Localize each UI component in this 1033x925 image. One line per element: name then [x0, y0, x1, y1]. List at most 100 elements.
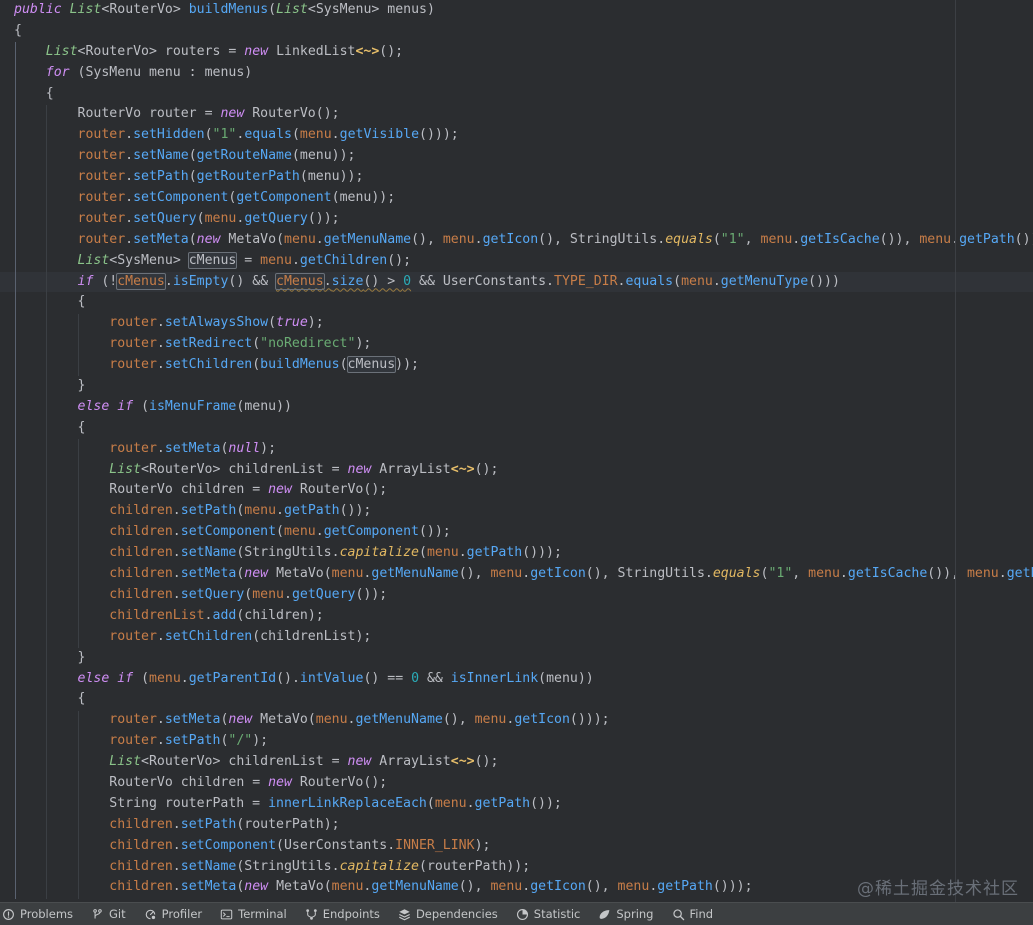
code-token: getPath	[474, 795, 531, 811]
code-line[interactable]: {	[0, 84, 1033, 105]
code-line[interactable]: if (!cMenus.isEmpty() && cMenus.size() >…	[0, 271, 1033, 293]
code-line[interactable]: router.setRedirect("noRedirect");	[0, 334, 1033, 355]
code-token: );	[252, 733, 269, 749]
code-line[interactable]: else if (isMenuFrame(menu))	[0, 397, 1033, 418]
code-token: INNER_LINK	[395, 837, 475, 853]
code-token: equals	[625, 273, 674, 289]
tool-window-button-spring[interactable]: Spring	[589, 903, 662, 925]
code-token: .	[387, 837, 396, 853]
code-token: else	[77, 398, 110, 414]
code-editor[interactable]: public List<RouterVo> buildMenus(List<Sy…	[0, 0, 1033, 903]
tool-window-button-find[interactable]: Find	[663, 903, 723, 925]
code-token: SysMenu	[315, 2, 372, 17]
code-token: LinkedList	[276, 43, 356, 59]
code-line[interactable]: router.setName(getRouteName(menu));	[0, 146, 1033, 167]
code-line[interactable]: {	[0, 689, 1033, 710]
code-line[interactable]: List<RouterVo> childrenList = new ArrayL…	[0, 752, 1033, 773]
code-content[interactable]: public List<RouterVo> buildMenus(List<Sy…	[0, 0, 1033, 898]
tool-window-button-problems[interactable]: Problems	[0, 903, 82, 925]
tool-window-bar[interactable]: Problems Git Profiler Terminal Endpoints Depe…	[0, 902, 1033, 925]
code-line[interactable]: RouterVo router = new RouterVo();	[0, 104, 1033, 125]
code-token: getPath	[959, 231, 1015, 247]
code-line[interactable]: router.setComponent(getComponent(menu));	[0, 188, 1033, 209]
code-token: .	[125, 210, 134, 226]
code-token: );	[307, 607, 324, 623]
code-token: () ==	[363, 670, 412, 686]
code-line[interactable]: public List<RouterVo> buildMenus(List<Sy…	[0, 0, 1033, 21]
code-line[interactable]: else if (menu.getParentId().intValue() =…	[0, 669, 1033, 690]
code-line[interactable]: children.setPath(routerPath);	[0, 815, 1033, 836]
code-token: RouterVo	[148, 461, 213, 477]
code-line[interactable]: RouterVo children = new RouterVo();	[0, 773, 1033, 794]
tool-window-label: Dependencies	[415, 907, 498, 921]
code-line[interactable]: router.setMeta(new MetaVo(menu.getMenuNa…	[0, 710, 1033, 731]
code-token: (	[268, 315, 277, 331]
tool-window-button-profiler[interactable]: Profiler	[135, 903, 212, 925]
code-token: ();	[363, 482, 388, 498]
code-line[interactable]: }	[0, 376, 1033, 397]
code-token: new	[244, 566, 269, 582]
code-line[interactable]: {	[0, 292, 1033, 313]
code-token: .	[125, 190, 134, 206]
code-token: add	[212, 607, 237, 623]
code-line[interactable]: String routerPath = innerLinkReplaceEach…	[0, 794, 1033, 815]
code-line[interactable]: children.setComponent(menu.getComponent(…	[0, 522, 1033, 543]
code-token: 0	[403, 273, 412, 289]
code-line[interactable]: router.setChildren(buildMenus(cMenus));	[0, 355, 1033, 376]
code-token: (),	[458, 566, 491, 582]
code-line[interactable]: }	[0, 648, 1033, 669]
code-line[interactable]: router.setPath("/");	[0, 731, 1033, 752]
tool-window-button-endpoints[interactable]: Endpoints	[296, 903, 389, 925]
code-line[interactable]: for (SysMenu menu : menus)	[0, 63, 1033, 84]
code-token: getMenuType	[720, 273, 809, 289]
code-token: .	[998, 566, 1007, 582]
code-line[interactable]: List<SysMenu> cMenus = menu.getChildren(…	[0, 251, 1033, 272]
code-token: <~>	[450, 754, 475, 770]
tool-window-button-statistic[interactable]: Statistic	[507, 903, 590, 925]
code-token: if	[77, 273, 94, 289]
code-token: "noRedirect"	[260, 336, 356, 352]
code-token: ();	[315, 106, 340, 122]
code-token: >	[371, 2, 388, 17]
code-token: else	[77, 670, 110, 686]
code-line[interactable]: children.setMeta(new MetaVo(menu.getMenu…	[0, 564, 1033, 585]
code-line[interactable]: children.setPath(menu.getPath());	[0, 501, 1033, 522]
code-token: .	[315, 231, 324, 247]
code-line[interactable]: {	[0, 21, 1033, 42]
code-line[interactable]: router.setQuery(menu.getQuery());	[0, 209, 1033, 230]
code-token: (	[69, 64, 86, 80]
code-line[interactable]: router.setHidden("1".equals(menu.getVisi…	[0, 125, 1033, 146]
code-line[interactable]: {	[0, 418, 1033, 439]
code-token: setPath	[180, 816, 237, 832]
code-line[interactable]: router.setMeta(new MetaVo(menu.getMenuNa…	[0, 230, 1033, 251]
tool-window-button-terminal[interactable]: Terminal	[211, 903, 296, 925]
code-token: .	[172, 566, 181, 582]
code-line[interactable]: router.setMeta(null);	[0, 439, 1033, 460]
code-line[interactable]: List<RouterVo> routers = new LinkedList<…	[0, 42, 1033, 63]
code-line[interactable]: children.setQuery(menu.getQuery());	[0, 585, 1033, 606]
code-line[interactable]: children.setName(StringUtils.capitalize(…	[0, 543, 1033, 564]
code-line[interactable]: childrenList.add(children);	[0, 606, 1033, 627]
code-token: buildMenus	[260, 357, 340, 373]
code-line[interactable]: List<RouterVo> childrenList = new ArrayL…	[0, 460, 1033, 481]
code-token: .	[156, 440, 165, 456]
code-token: (),	[585, 879, 618, 895]
code-line[interactable]: children.setComponent(UserConstants.INNE…	[0, 836, 1033, 857]
code-line[interactable]: router.setPath(getRouterPath(menu));	[0, 167, 1033, 188]
tool-window-button-git[interactable]: Git	[82, 903, 135, 925]
code-token: .	[522, 879, 531, 895]
code-token: setPath	[180, 503, 237, 519]
code-token: setChildren	[164, 357, 253, 373]
code-token: children	[109, 837, 173, 853]
code-line[interactable]: router.setChildren(childrenList);	[0, 627, 1033, 648]
code-token: > childrenList =	[212, 461, 348, 477]
code-token: ));	[331, 148, 356, 164]
code-token: menu	[283, 524, 316, 540]
code-token: menu	[204, 210, 237, 226]
tool-window-label: Spring	[616, 907, 654, 921]
code-line[interactable]: router.setAlwaysShow(true);	[0, 313, 1033, 334]
code-token: (	[276, 231, 285, 247]
tool-window-button-dependencies[interactable]: Dependencies	[389, 903, 507, 925]
code-line[interactable]: RouterVo children = new RouterVo();	[0, 480, 1033, 501]
